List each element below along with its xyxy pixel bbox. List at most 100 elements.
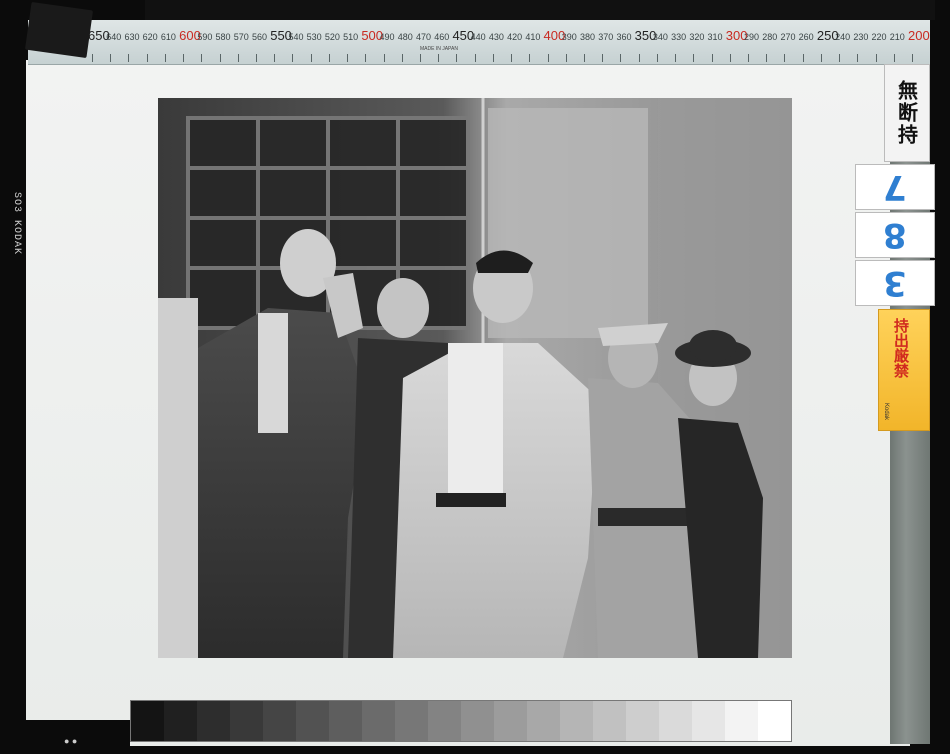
ruler-label: 570 xyxy=(233,32,249,42)
ruler-label: 510 xyxy=(343,32,359,42)
ruler-label: 640 xyxy=(106,32,122,42)
ruler-label: 220 xyxy=(871,32,887,42)
ruler-label: 620 xyxy=(142,32,158,42)
ruler-label: 490 xyxy=(379,32,395,42)
ruler-tick xyxy=(274,54,276,62)
ruler-tick xyxy=(292,54,294,62)
ruler-label: 480 xyxy=(397,32,413,42)
grayscale-patch xyxy=(527,701,560,741)
archive-digit-2: 8 xyxy=(883,215,907,255)
ruler-tick xyxy=(857,54,859,62)
ruler-tick xyxy=(565,54,567,62)
ruler-tick xyxy=(237,54,239,62)
ruler-tick xyxy=(912,54,913,62)
ruler-label: 310 xyxy=(707,32,723,42)
ruler-label: 440 xyxy=(470,32,486,42)
ruler-tick xyxy=(183,54,185,62)
ruler-label: 330 xyxy=(671,32,687,42)
ruler-tick xyxy=(511,54,513,62)
ruler-label: 260 xyxy=(798,32,814,42)
ruler-label: 590 xyxy=(197,32,213,42)
ruler-tick xyxy=(584,54,585,62)
ruler-tick xyxy=(438,54,440,62)
kanji-label-text: 無断持 xyxy=(894,80,919,146)
ruler-label: 580 xyxy=(215,32,231,42)
ruler-label: 370 xyxy=(598,32,614,42)
ruler-tick xyxy=(839,54,841,62)
archive-digit-3: 3 xyxy=(883,263,907,303)
grayscale-patch xyxy=(758,701,791,741)
ruler-tick xyxy=(328,54,330,62)
orange-warning-label: 持出厳禁 Kodak xyxy=(878,309,930,431)
ruler-tick xyxy=(620,54,622,62)
ruler-tick xyxy=(456,54,458,62)
ruler-tick xyxy=(602,54,604,62)
archive-number-card-3: 3 xyxy=(855,260,935,306)
grayscale-patch xyxy=(494,701,527,741)
ruler-label: 540 xyxy=(288,32,304,42)
photo-image xyxy=(158,98,792,658)
ruler-label: 470 xyxy=(416,32,432,42)
ruler-tick xyxy=(310,54,312,62)
ruler-label: 520 xyxy=(324,32,340,42)
film-dots: ● ● xyxy=(64,736,78,746)
ruler-tick xyxy=(711,54,713,62)
ruler-label: 320 xyxy=(689,32,705,42)
grayscale-patch xyxy=(395,701,428,741)
ruler-tick xyxy=(164,54,166,62)
ruler-label: 340 xyxy=(652,32,668,42)
grayscale-patch xyxy=(230,701,263,741)
ruler-tick xyxy=(146,54,148,62)
grayscale-patch xyxy=(296,701,329,741)
grayscale-patch xyxy=(461,701,494,741)
archive-digit-1: 7 xyxy=(883,167,907,207)
ruler-tick xyxy=(201,54,203,62)
archive-number-card-1: 7 xyxy=(855,164,935,210)
ruler-label: 360 xyxy=(616,32,632,42)
grayscale-patch xyxy=(428,701,461,741)
grayscale-patch xyxy=(560,701,593,741)
ruler-tick xyxy=(656,54,658,62)
ruler-tick xyxy=(492,54,494,62)
archive-number-card-2: 8 xyxy=(855,212,935,258)
ruler-tick xyxy=(529,54,531,62)
grayscale-patch xyxy=(725,701,758,741)
film-top-edge xyxy=(145,0,935,20)
ruler-tick xyxy=(675,54,677,62)
ruler-label: 240 xyxy=(835,32,851,42)
ruler-label: 630 xyxy=(124,32,140,42)
grayscale-patch xyxy=(692,701,725,741)
ruler-label: 230 xyxy=(853,32,869,42)
archive-kanji-label: 無断持 xyxy=(884,64,930,162)
grayscale-patch xyxy=(263,701,296,741)
ruler-tick xyxy=(693,54,695,62)
ruler-tick xyxy=(784,54,786,62)
ruler-label: 610 xyxy=(160,32,176,42)
ruler-tick xyxy=(365,54,367,62)
grayscale-calibration-strip xyxy=(130,700,792,742)
ruler-label: 530 xyxy=(306,32,322,42)
ruler-tick xyxy=(256,54,257,62)
ruler-tick xyxy=(802,54,804,62)
ruler-label: 390 xyxy=(561,32,577,42)
film-left-edge xyxy=(0,60,26,754)
orange-label-brand: Kodak xyxy=(883,402,889,420)
grayscale-patch xyxy=(362,701,395,741)
ruler-tick xyxy=(766,54,768,62)
ruler-tick xyxy=(729,54,731,62)
ruler-label: 380 xyxy=(580,32,596,42)
ruler-label: 200 xyxy=(908,28,930,43)
grayscale-patch xyxy=(197,701,230,741)
ruler-tick xyxy=(401,54,403,62)
ruler-label: 430 xyxy=(488,32,504,42)
grayscale-patch xyxy=(626,701,659,741)
ruler-tick xyxy=(383,54,385,62)
ruler-tick xyxy=(474,54,476,62)
ruler-label: 420 xyxy=(507,32,523,42)
grayscale-patch xyxy=(329,701,362,741)
ruler-tick xyxy=(110,54,112,62)
measuring-ruler: MADE IN JAPAN 650 640 630 620 610 600 590 580 57… xyxy=(28,20,930,65)
photograph xyxy=(158,98,792,658)
ruler-label: 460 xyxy=(434,32,450,42)
ruler-tick xyxy=(893,54,895,62)
